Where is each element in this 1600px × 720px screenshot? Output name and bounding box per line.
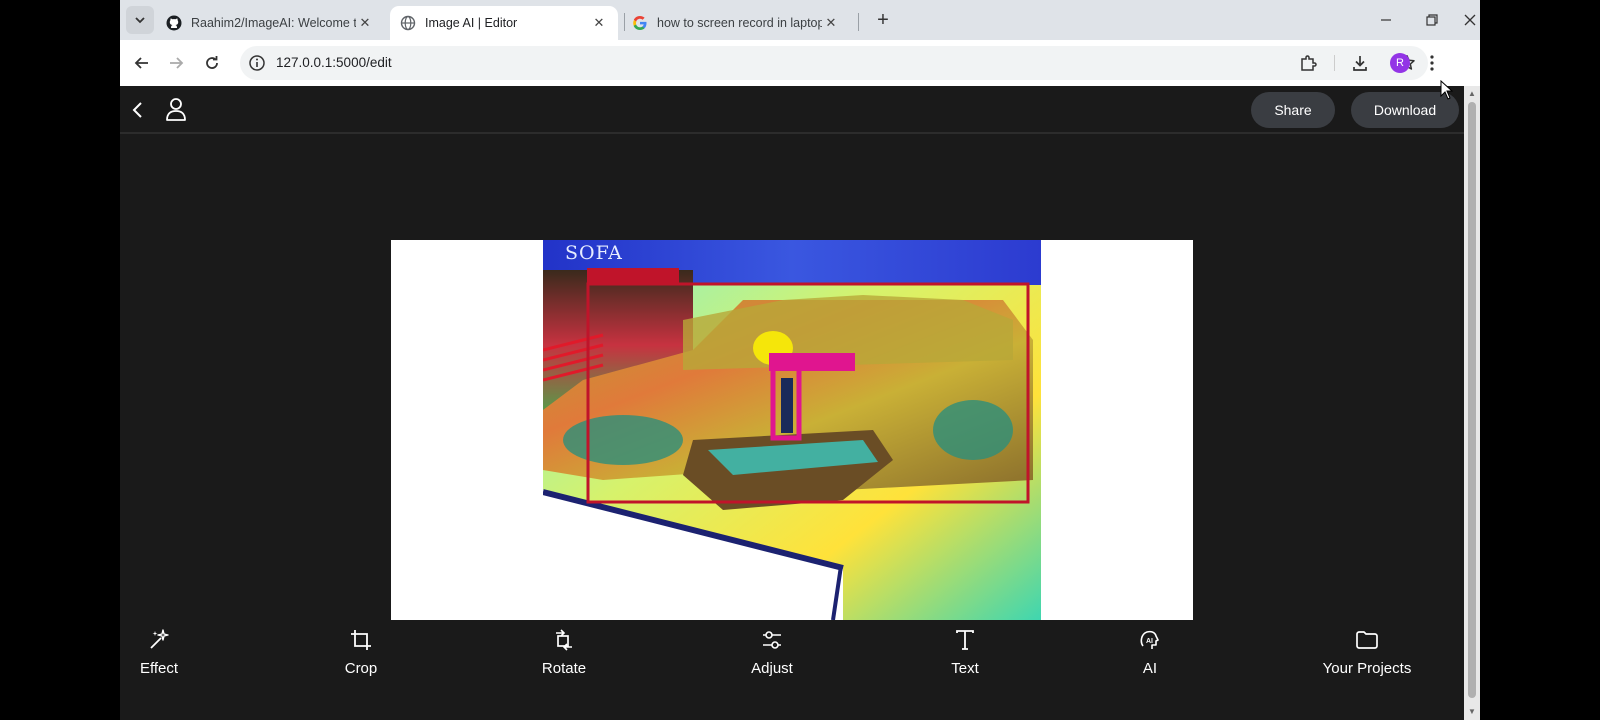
tool-label: AI (1142, 660, 1158, 677)
folder-icon (1356, 631, 1378, 649)
github-icon (166, 15, 182, 31)
scrollbar-thumb[interactable] (1468, 102, 1476, 698)
close-window-button[interactable] (1460, 6, 1480, 34)
tool-label: Effect (139, 660, 179, 677)
tab-title: Raahim2/ImageAI: Welcome to (191, 16, 356, 30)
reload-button[interactable] (196, 47, 228, 79)
tool-label: Adjust (751, 660, 793, 677)
download-icon (1353, 56, 1367, 71)
reload-icon (206, 56, 218, 69)
tab-image-ai-editor[interactable]: Image AI | Editor ✕ (390, 6, 618, 40)
url-text: 127.0.0.1:5000/edit (276, 55, 392, 70)
text-icon (956, 630, 974, 650)
close-icon (1464, 14, 1476, 26)
tab-search-button[interactable] (126, 6, 154, 34)
close-tab-icon[interactable]: ✕ (822, 14, 840, 32)
address-bar[interactable]: 127.0.0.1:5000/edit (240, 46, 1428, 80)
tool-ai[interactable]: AI AI (1130, 628, 1170, 677)
toolbar-divider (1334, 55, 1335, 71)
arrow-right-icon (170, 57, 184, 69)
restore-icon (1426, 14, 1438, 26)
detection-label: SOFA (565, 242, 623, 264)
crop-icon (351, 630, 371, 650)
site-info-icon[interactable] (248, 54, 266, 72)
page-scrollbar[interactable]: ▲ ▼ (1464, 86, 1480, 720)
minimize-button[interactable] (1368, 6, 1404, 34)
downloads-button[interactable] (1344, 47, 1376, 79)
tool-adjust[interactable]: Adjust (737, 628, 807, 677)
tab-google-search[interactable]: how to screen record in laptop ✕ (622, 6, 850, 40)
tab-title: how to screen record in laptop (657, 16, 822, 30)
share-button[interactable]: Share (1251, 92, 1335, 128)
tab-github[interactable]: Raahim2/ImageAI: Welcome to ✕ (156, 6, 384, 40)
image-canvas[interactable]: SOFA (391, 240, 1193, 620)
arrow-left-icon (134, 57, 148, 69)
forward-button[interactable] (160, 47, 192, 79)
globe-icon (400, 15, 416, 31)
puzzle-icon (1301, 55, 1317, 71)
close-tab-icon[interactable]: ✕ (590, 14, 608, 32)
editor-toolbar: Effect Crop Rotate Adjust Text AI AI You… (120, 628, 1464, 720)
profile-avatar[interactable]: R (1390, 53, 1410, 73)
browser-menu-button[interactable] (1416, 47, 1448, 79)
tool-effect[interactable]: Effect (124, 628, 194, 677)
edited-image: SOFA (543, 240, 1041, 620)
chevron-down-icon (135, 17, 145, 24)
back-button[interactable] (126, 47, 158, 79)
browser-toolbar: 127.0.0.1:5000/edit R (120, 40, 1480, 86)
extensions-button[interactable] (1292, 47, 1324, 79)
tool-text[interactable]: Text (940, 628, 990, 677)
minimize-icon (1381, 19, 1391, 21)
sliders-icon (763, 631, 781, 649)
scroll-up-icon[interactable]: ▲ (1468, 90, 1476, 98)
scroll-down-icon[interactable]: ▼ (1468, 708, 1476, 716)
sparkles-icon (150, 629, 169, 649)
rotate-icon (556, 629, 572, 651)
tool-label: Crop (344, 660, 378, 677)
tool-label: Rotate (541, 660, 587, 677)
mouse-cursor-icon (1440, 80, 1454, 100)
svg-text:AI: AI (1146, 638, 1153, 645)
restore-button[interactable] (1414, 6, 1450, 34)
editor-header: Share Download (120, 86, 1464, 134)
new-tab-button[interactable]: + (872, 10, 894, 32)
tab-strip: Raahim2/ImageAI: Welcome to ✕ Image AI |… (120, 0, 1480, 40)
browser-window: Raahim2/ImageAI: Welcome to ✕ Image AI |… (120, 0, 1480, 720)
tool-crop[interactable]: Crop (331, 628, 391, 677)
kebab-menu-icon (1430, 55, 1434, 71)
close-tab-icon[interactable]: ✕ (356, 14, 374, 32)
tool-rotate[interactable]: Rotate (532, 628, 596, 677)
google-icon (633, 16, 647, 30)
sofa-photo-filtered (543, 240, 1041, 620)
tool-label: Your Projects (1322, 660, 1412, 677)
tool-your-projects[interactable]: Your Projects (1312, 628, 1422, 677)
tab-divider (858, 13, 859, 31)
back-arrow-icon[interactable] (126, 98, 150, 122)
tool-label: Text (951, 660, 979, 677)
ai-icon: AI (1140, 630, 1159, 649)
image-editor-app: Share Download SOFA Effect Crop Rotate A… (120, 86, 1464, 720)
tab-title: Image AI | Editor (425, 16, 518, 30)
user-profile-icon[interactable] (164, 96, 188, 122)
